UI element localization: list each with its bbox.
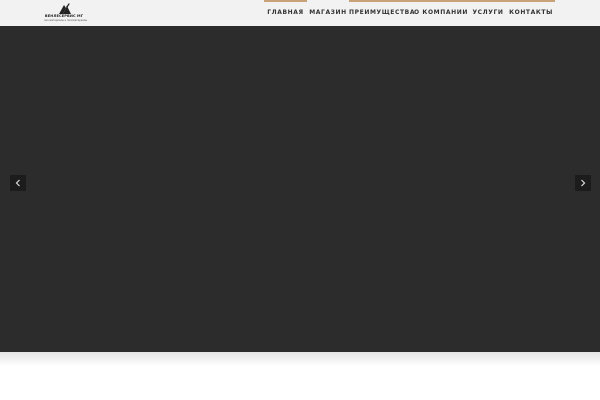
slider-prev-button[interactable] [10,175,26,191]
site-header: ВЕНЛЕСЕРВИС МГ лесоматериалы и пиломатер… [0,0,600,26]
nav-item-services[interactable]: УСЛУГИ [469,0,507,26]
page: ВЕНЛЕСЕРВИС МГ лесоматериалы и пиломатер… [0,0,600,400]
nav-item-advantages[interactable]: ПРЕИМУЩЕСТВА [349,0,415,26]
main-nav: ГЛАВНАЯ МАГАЗИН ПРЕИМУЩЕСТВА О КОМПАНИИ … [0,0,600,26]
chevron-right-icon [581,179,586,187]
chevron-left-icon [15,179,20,187]
nav-item-shop[interactable]: МАГАЗИН [307,0,349,26]
nav-item-contacts[interactable]: КОНТАКТЫ [507,0,555,26]
slider-shadow [0,352,600,366]
nav-item-about[interactable]: О КОМПАНИИ [413,0,469,26]
nav-item-home[interactable]: ГЛАВНАЯ [264,0,307,26]
hero-slider [0,26,600,352]
slider-next-button[interactable] [575,175,591,191]
